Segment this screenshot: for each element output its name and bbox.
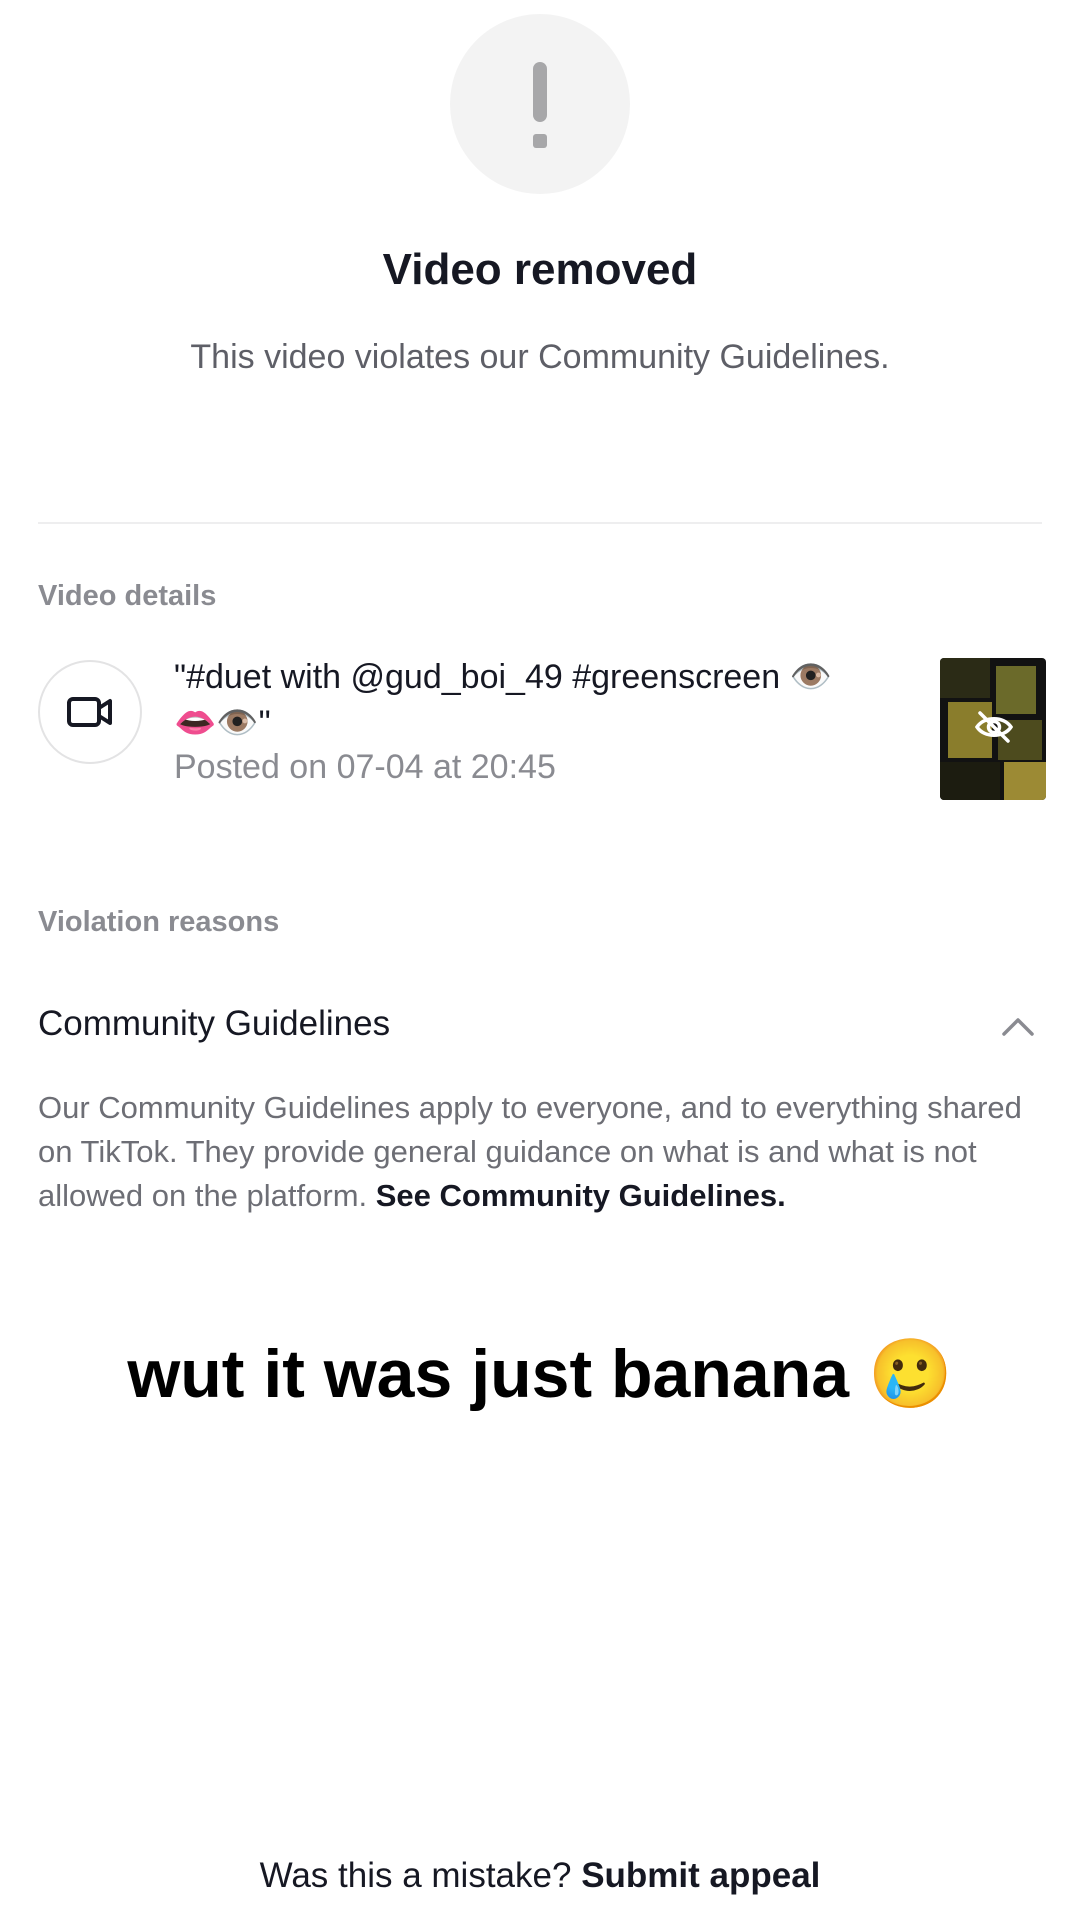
video-camera-icon	[38, 660, 142, 764]
overlay-caption: wut it was just banana 🥲	[127, 1336, 953, 1412]
video-caption: "#duet with @gud_boi_49 #greenscreen 👁️ …	[174, 654, 914, 746]
violation-reasons-label: Violation reasons	[38, 906, 280, 938]
video-details-label: Video details	[38, 580, 217, 612]
exclamation-bar	[533, 62, 547, 122]
video-caption-line-1: "#duet with @gud_boi_49 #greenscreen 👁️	[174, 658, 832, 696]
chevron-up-icon[interactable]	[998, 1010, 1038, 1040]
video-caption-line-2: 👄👁️"	[174, 704, 271, 742]
submit-appeal-link[interactable]: Submit appeal	[581, 1856, 820, 1895]
divider	[38, 522, 1042, 524]
appeal-question: Was this a mistake?	[259, 1856, 582, 1895]
page-title: Video removed	[382, 245, 698, 294]
page-subtitle: This video violates our Community Guidel…	[190, 338, 890, 376]
exclamation-dot	[533, 134, 547, 148]
violation-description: Our Community Guidelines apply to everyo…	[38, 1086, 1048, 1218]
see-guidelines-link[interactable]: See Community Guidelines.	[376, 1178, 786, 1213]
exclamation-icon	[450, 14, 630, 194]
posted-timestamp: Posted on 07-04 at 20:45	[174, 748, 556, 786]
eye-slash-icon	[974, 711, 1014, 743]
violation-reason-title[interactable]: Community Guidelines	[38, 1004, 390, 1044]
video-thumbnail[interactable]	[940, 658, 1046, 800]
appeal-footer: Was this a mistake? Submit appeal	[0, 1856, 1080, 1896]
